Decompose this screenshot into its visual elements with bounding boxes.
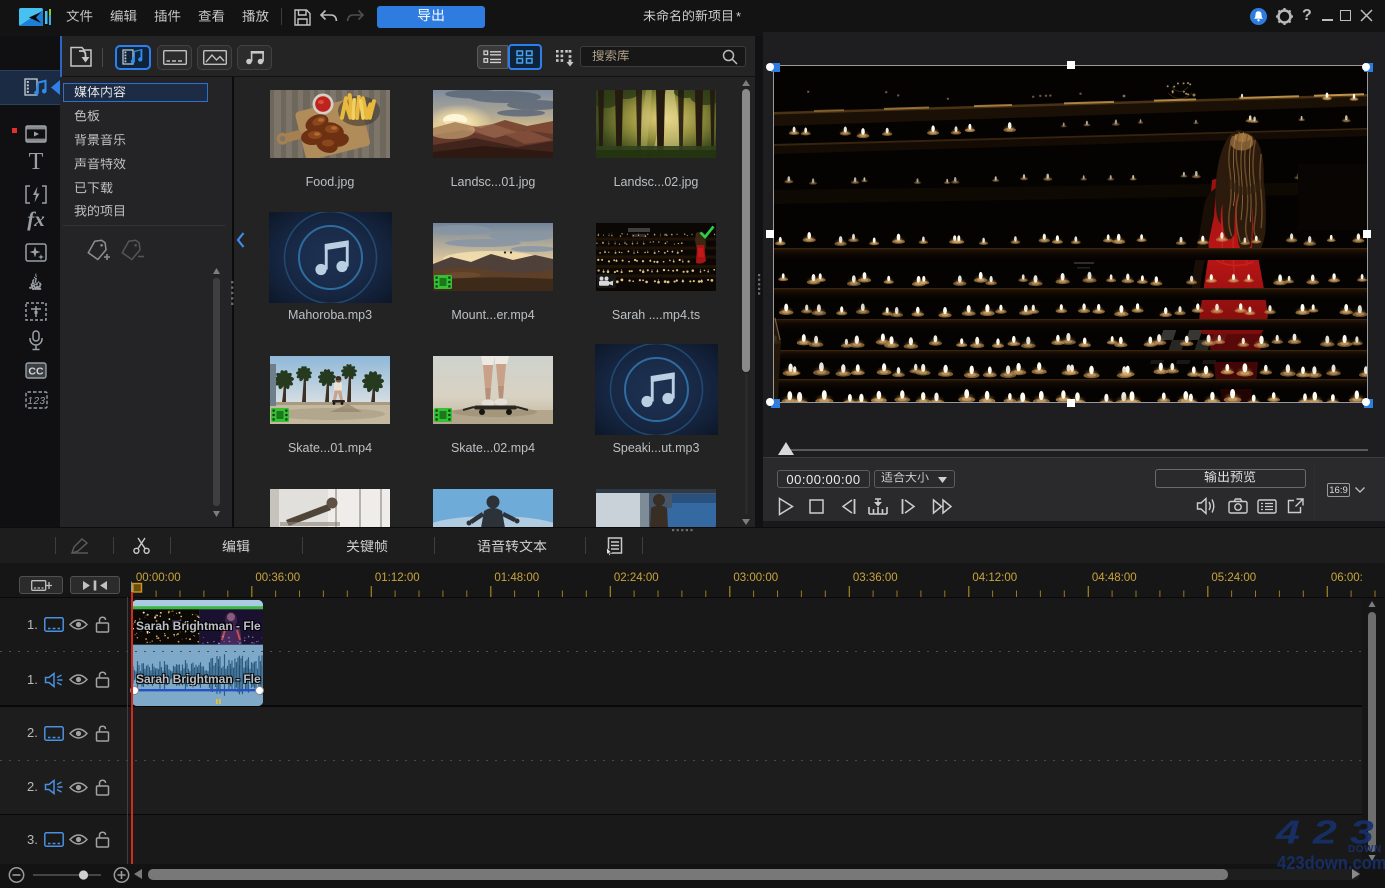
- svg-text:CC: CC: [28, 366, 44, 378]
- svg-text:123: 123: [27, 396, 45, 407]
